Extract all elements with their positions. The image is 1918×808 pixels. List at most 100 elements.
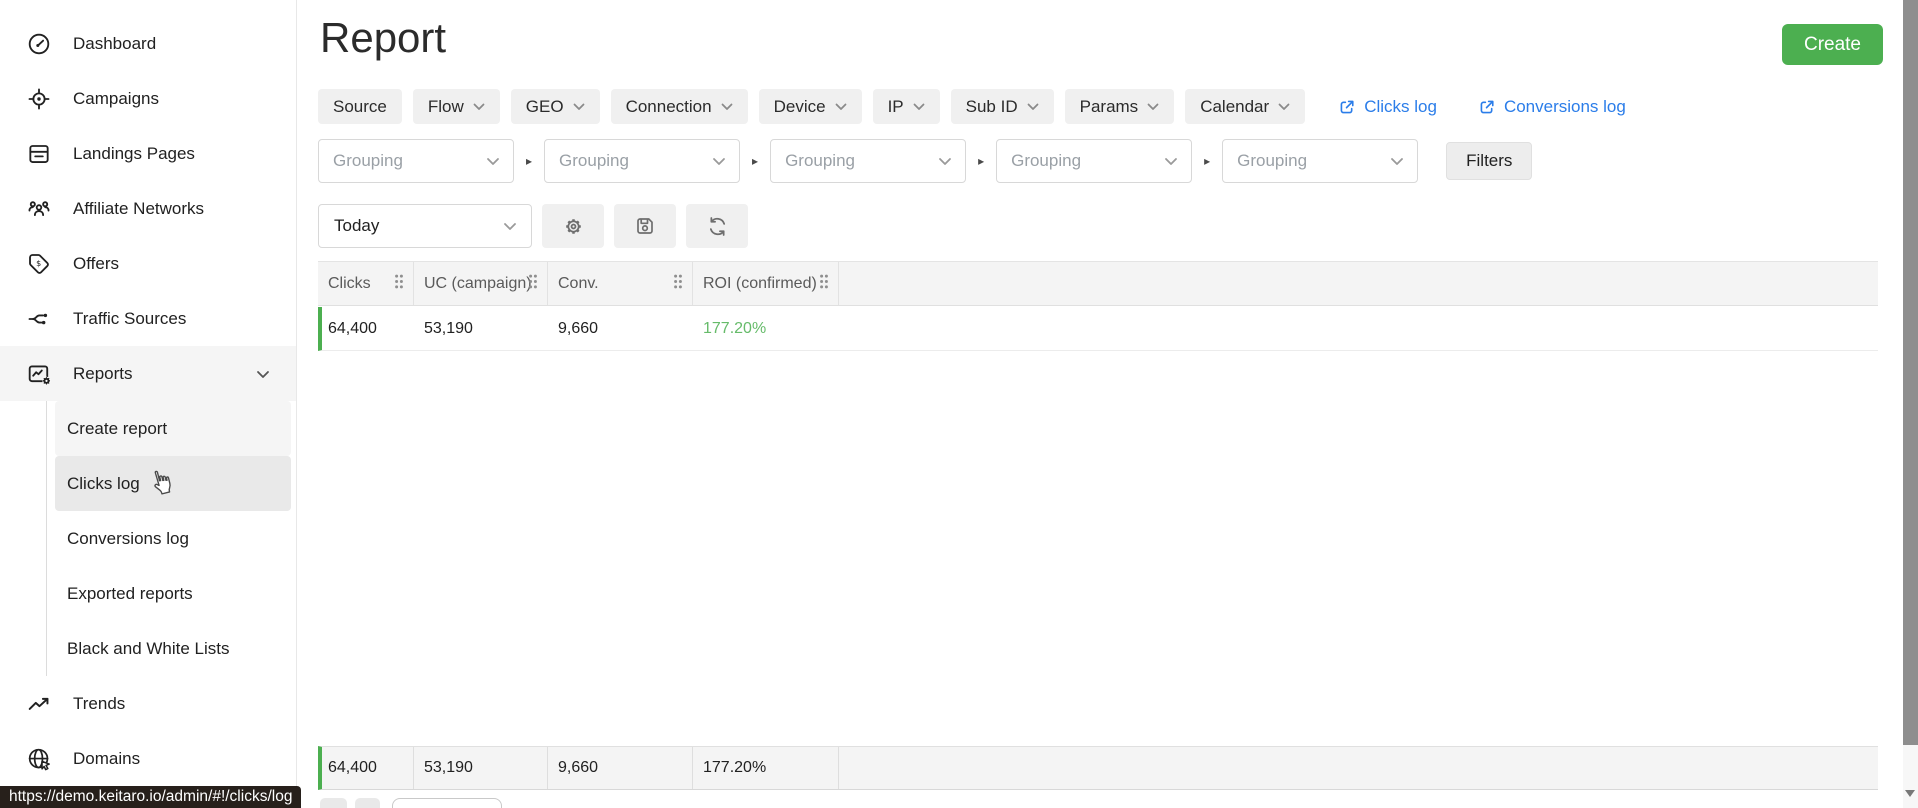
svg-text:$: $ xyxy=(36,259,41,268)
column-header-conv[interactable]: Conv. xyxy=(548,262,693,305)
sidebar-item-reports[interactable]: Reports xyxy=(0,346,296,401)
sidebar-subitem-create-report[interactable]: Create report xyxy=(55,401,291,456)
sidebar-item-label: Trends xyxy=(73,693,126,713)
filters-button[interactable]: Filters xyxy=(1446,142,1533,180)
chip-label: Calendar xyxy=(1200,96,1270,116)
pagination-button[interactable] xyxy=(355,798,380,808)
affiliate-networks-icon xyxy=(26,196,52,222)
drag-handle-icon[interactable] xyxy=(394,273,404,294)
filter-chip-device[interactable]: Device xyxy=(758,89,862,124)
sidebar-item-label: Offers xyxy=(73,253,119,273)
total-uc-campaign: 53,190 xyxy=(414,747,548,789)
column-header-filler xyxy=(839,262,1878,305)
report-settings-button[interactable] xyxy=(542,204,604,248)
gear-icon xyxy=(565,218,581,234)
filter-chip-connection[interactable]: Connection xyxy=(610,89,748,124)
filter-chip-ip[interactable]: IP xyxy=(872,89,940,124)
cell-uc-campaign: 53,190 xyxy=(424,319,473,337)
date-range-select[interactable]: Today xyxy=(318,204,532,248)
clicks-log-link[interactable]: Clicks log xyxy=(1338,97,1437,117)
chevron-down-icon xyxy=(1027,103,1039,110)
column-header-uc-campaign[interactable]: UC (campaign) xyxy=(414,262,548,305)
pagination-button[interactable] xyxy=(320,798,347,808)
chip-label: Flow xyxy=(427,96,464,116)
sidebar-item-trends[interactable]: Trends xyxy=(0,676,296,731)
sidebar-item-label: Landings Pages xyxy=(73,143,195,163)
toolbar-row: Today xyxy=(318,204,748,248)
scrollbar-down-arrow-icon[interactable] xyxy=(1905,790,1915,797)
reports-icon xyxy=(26,361,52,387)
filter-chip-source[interactable]: Source xyxy=(318,89,402,124)
filter-chip-row: Source Flow GEO Connection Device IP Sub… xyxy=(318,89,1626,124)
drag-handle-icon[interactable] xyxy=(819,273,829,294)
column-header-clicks[interactable]: Clicks xyxy=(318,262,414,305)
external-link-icon xyxy=(1340,100,1354,113)
grouping-select-5[interactable]: Grouping xyxy=(1222,139,1419,183)
sidebar: Dashboard Campaigns Landings Pages Affil… xyxy=(0,0,297,808)
sidebar-item-domains[interactable]: Domains xyxy=(0,731,296,786)
domains-icon xyxy=(26,746,52,772)
column-header-roi-confirmed[interactable]: ROI (confirmed) xyxy=(693,262,839,305)
grouping-select-4[interactable]: Grouping xyxy=(996,139,1193,183)
sidebar-item-dashboard[interactable]: Dashboard xyxy=(0,16,296,71)
filter-chip-sub-id[interactable]: Sub ID xyxy=(950,89,1054,124)
chevron-down-icon xyxy=(913,103,925,110)
sidebar-item-campaigns[interactable]: Campaigns xyxy=(0,71,296,126)
chip-label: GEO xyxy=(525,96,564,116)
sidebar-item-landings-pages[interactable]: Landings Pages xyxy=(0,126,296,181)
sidebar-subitem-black-white-lists[interactable]: Black and White Lists xyxy=(55,621,291,676)
chevron-down-icon xyxy=(938,151,952,171)
page-title: Report xyxy=(320,14,447,61)
sidebar-subitem-exported-reports[interactable]: Exported reports xyxy=(55,566,291,621)
chevron-down-icon xyxy=(486,151,500,171)
reports-submenu: Create report Clicks log Conversions log… xyxy=(0,401,296,676)
sidebar-item-affiliate-networks[interactable]: Affiliate Networks xyxy=(0,181,296,236)
chip-label: Device xyxy=(773,96,826,116)
filter-chip-params[interactable]: Params xyxy=(1064,89,1175,124)
arrow-right-separator: ▸ xyxy=(526,154,533,168)
cell-roi-confirmed: 177.20% xyxy=(703,319,767,337)
grouping-placeholder: Grouping xyxy=(1237,151,1308,170)
submenu-guide-line xyxy=(46,401,47,676)
table-row[interactable]: 64,400 53,190 9,660 177.20% xyxy=(318,307,1878,351)
grouping-select-1[interactable]: Grouping xyxy=(318,139,514,183)
chevron-down-icon xyxy=(473,103,485,110)
filter-chip-calendar[interactable]: Calendar xyxy=(1185,89,1306,124)
chevron-down-icon xyxy=(712,151,726,171)
column-label: Clicks xyxy=(328,274,371,292)
vertical-scrollbar[interactable] xyxy=(1903,0,1918,808)
filter-chip-flow[interactable]: Flow xyxy=(412,89,500,124)
conversions-log-link[interactable]: Conversions log xyxy=(1478,97,1626,117)
app-window: Dashboard Campaigns Landings Pages Affil… xyxy=(0,0,1918,808)
grouping-row: Grouping ▸ Grouping ▸ Grouping ▸ Groupin… xyxy=(318,139,1533,183)
sidebar-item-label: Affiliate Networks xyxy=(73,198,205,218)
arrow-right-separator: ▸ xyxy=(978,154,985,168)
sidebar-item-offers[interactable]: $ Offers xyxy=(0,236,296,291)
filter-chip-geo[interactable]: GEO xyxy=(510,89,600,124)
sidebar-subitem-conversions-log[interactable]: Conversions log xyxy=(55,511,291,566)
subitem-label: Create report xyxy=(67,418,168,438)
sidebar-item-traffic-sources[interactable]: Traffic Sources xyxy=(0,291,296,346)
save-report-button[interactable] xyxy=(614,204,676,248)
status-url-tooltip: https://demo.keitaro.io/admin/#!/clicks/… xyxy=(0,786,302,808)
grouping-select-3[interactable]: Grouping xyxy=(770,139,967,183)
column-label: Conv. xyxy=(558,274,599,292)
chevron-down-icon xyxy=(1164,151,1178,171)
chip-label: Source xyxy=(333,96,387,116)
refresh-button[interactable] xyxy=(686,204,748,248)
report-table-header: Clicks UC (campaign) Conv. ROI (confirme… xyxy=(318,261,1878,306)
create-button[interactable]: Create xyxy=(1781,24,1883,65)
column-label: UC (campaign) xyxy=(424,274,532,292)
offers-icon: $ xyxy=(26,251,52,277)
scrollbar-thumb[interactable] xyxy=(1903,0,1918,745)
chevron-down-icon xyxy=(835,103,846,110)
drag-handle-icon[interactable] xyxy=(673,273,683,294)
link-label: Clicks log xyxy=(1364,96,1437,116)
per-page-select[interactable] xyxy=(392,798,502,808)
grouping-select-2[interactable]: Grouping xyxy=(544,139,741,183)
grouping-placeholder: Grouping xyxy=(785,151,855,170)
subitem-label: Clicks log xyxy=(67,473,140,493)
drag-handle-icon[interactable] xyxy=(528,273,538,294)
cell-clicks: 64,400 xyxy=(328,319,377,337)
campaigns-icon xyxy=(26,86,52,112)
